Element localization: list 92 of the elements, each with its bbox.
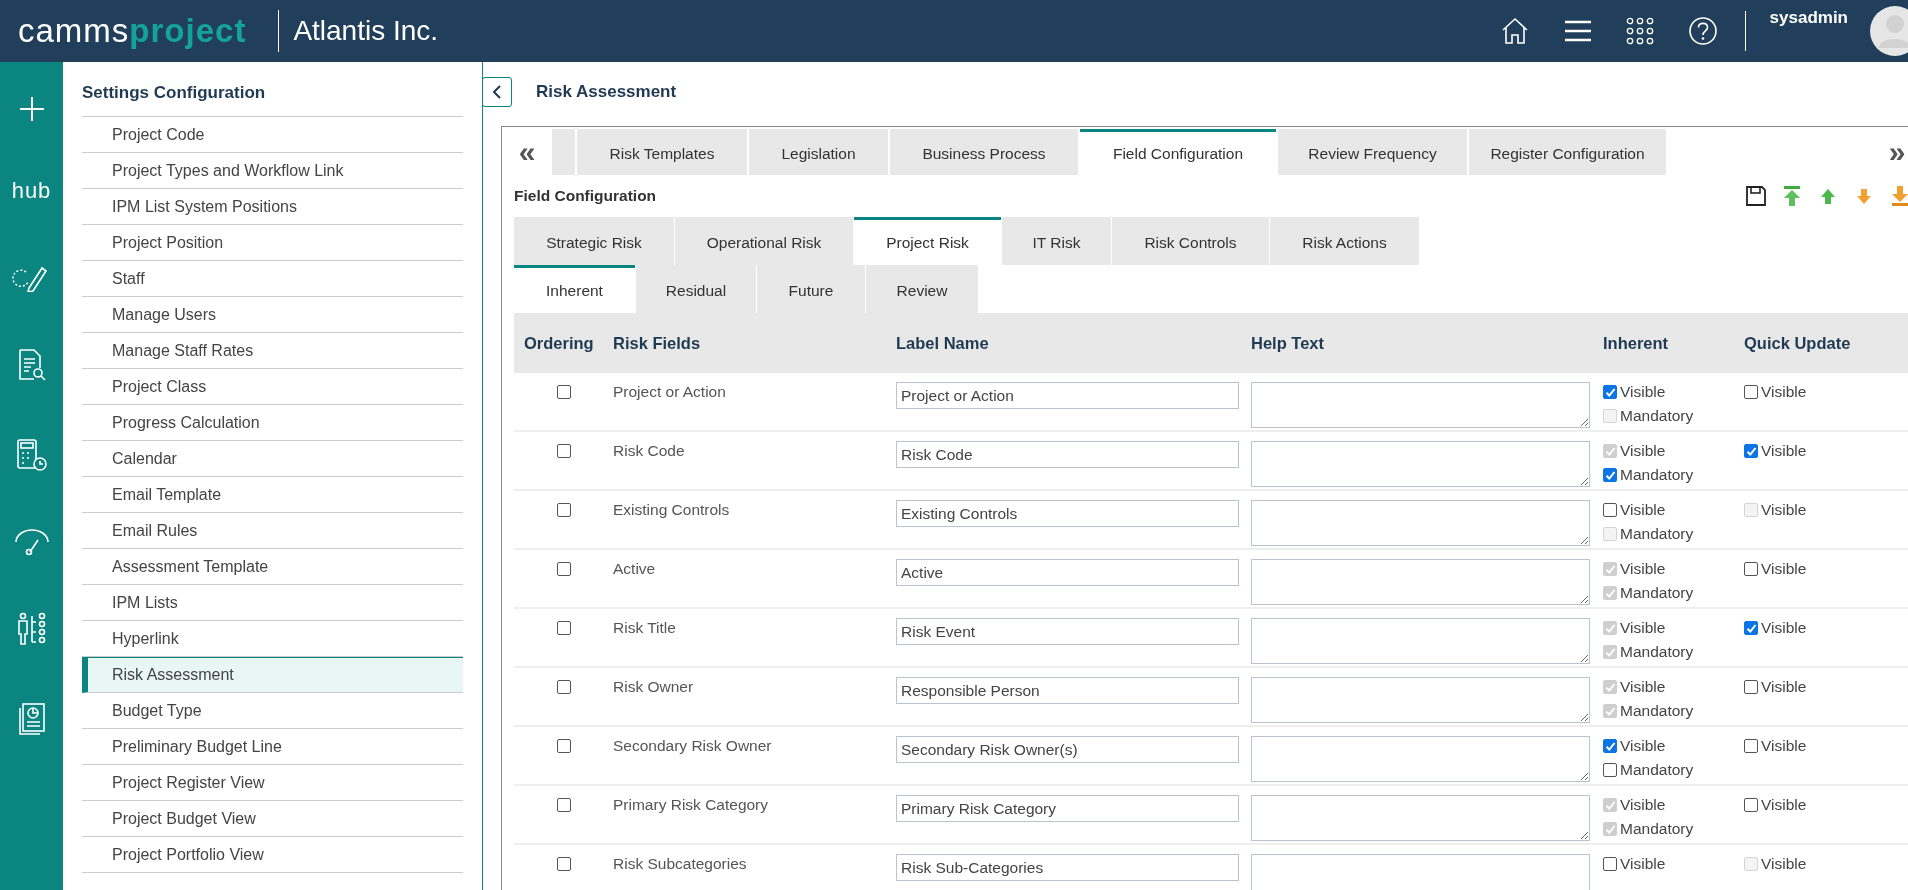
- label-input[interactable]: Responsible Person: [896, 677, 1239, 704]
- field-name: Project or Action: [613, 383, 726, 400]
- checkbox-label: Visible: [1620, 501, 1666, 519]
- sidebar-item[interactable]: Project Class: [82, 369, 463, 405]
- section-title: Field Configuration: [514, 187, 657, 205]
- sidebar-item[interactable]: Project Register View: [82, 765, 463, 801]
- sidebar-item[interactable]: Risk Assessment: [82, 657, 463, 693]
- label-input[interactable]: Primary Risk Category: [896, 795, 1239, 822]
- checkbox-label: Mandatory: [1620, 702, 1694, 720]
- tab[interactable]: Strategic Risk: [514, 217, 674, 265]
- field-name: Risk Subcategories: [613, 855, 747, 872]
- label-input[interactable]: Existing Controls: [896, 500, 1239, 527]
- sidebar-item[interactable]: IPM List System Positions: [82, 189, 463, 225]
- sidebar-item[interactable]: Email Template: [82, 477, 463, 513]
- checkbox-label: Visible: [1761, 796, 1807, 814]
- label-input[interactable]: Risk Code: [896, 441, 1239, 468]
- checkbox-label: Mandatory: [1620, 761, 1694, 779]
- sidebar-item[interactable]: Preliminary Budget Line: [82, 729, 463, 765]
- sidebar-item[interactable]: Project Portfolio View: [82, 837, 463, 873]
- scroll-right-button[interactable]: »: [1875, 129, 1908, 175]
- checkbox-label: Visible: [1620, 560, 1666, 578]
- checkbox-label: Visible: [1761, 855, 1807, 873]
- label-input[interactable]: Risk Sub-Categories: [896, 854, 1239, 881]
- checkbox-label: Visible: [1761, 501, 1807, 519]
- user-name[interactable]: sysadmin: [1769, 8, 1848, 28]
- column-header: Inherent: [1603, 333, 1669, 353]
- checkbox-label: Mandatory: [1620, 584, 1694, 602]
- scroll-left-button[interactable]: «: [502, 129, 552, 175]
- sidebar-item[interactable]: Project Position: [82, 225, 463, 261]
- sidebar-item[interactable]: Manage Staff Rates: [82, 333, 463, 369]
- page-title: Risk Assessment: [536, 82, 677, 102]
- tab[interactable]: Risk Templates: [577, 129, 747, 175]
- column-header: Label Name: [896, 333, 989, 353]
- checkbox-label: Visible: [1761, 560, 1807, 578]
- field-name: Risk Title: [613, 619, 676, 636]
- checkbox-label: Visible: [1620, 619, 1666, 637]
- checkbox-label: Visible: [1761, 383, 1807, 401]
- checkbox-label: Mandatory: [1620, 643, 1694, 661]
- tab[interactable]: Risk Controls: [1112, 217, 1269, 265]
- checkbox-label: Visible: [1761, 442, 1807, 460]
- checkbox-label: Visible: [1620, 855, 1666, 873]
- checkbox-label: Visible: [1620, 442, 1666, 460]
- tab[interactable]: Register Configuration: [1469, 129, 1666, 175]
- sidebar-item[interactable]: Project Types and Workflow Link: [82, 153, 463, 189]
- column-header: Ordering: [524, 333, 594, 353]
- label-input[interactable]: Active: [896, 559, 1239, 586]
- label-input[interactable]: Risk Event: [896, 618, 1239, 645]
- checkbox-label: Visible: [1620, 737, 1666, 755]
- sidebar-item[interactable]: IPM Lists: [82, 585, 463, 621]
- sidebar-title: Settings Configuration: [82, 79, 463, 117]
- logo: cammsproject: [18, 12, 247, 50]
- field-name: Existing Controls: [613, 501, 730, 518]
- sidebar-item[interactable]: Calendar: [82, 441, 463, 477]
- hub-label[interactable]: hub: [11, 178, 52, 204]
- tab[interactable]: Legislation: [749, 129, 888, 175]
- sidebar-item[interactable]: Budget Type: [82, 693, 463, 729]
- checkbox-label: Visible: [1620, 678, 1666, 696]
- tab[interactable]: IT Risk: [1002, 217, 1111, 265]
- field-name: Primary Risk Category: [613, 796, 769, 813]
- tab[interactable]: Review Frequency: [1278, 129, 1467, 175]
- checkbox-label: Visible: [1620, 796, 1666, 814]
- sidebar-item[interactable]: Progress Calculation: [82, 405, 463, 441]
- column-header: Quick Update: [1744, 333, 1851, 353]
- tab[interactable]: Risk Actions: [1270, 217, 1419, 265]
- checkbox-label: Mandatory: [1620, 407, 1694, 425]
- sidebar-item[interactable]: Project Budget View: [82, 801, 463, 837]
- field-name: Secondary Risk Owner: [613, 737, 772, 754]
- checkbox-label: Mandatory: [1620, 525, 1694, 543]
- label-input[interactable]: Secondary Risk Owner(s): [896, 736, 1239, 763]
- field-name: Active: [613, 560, 656, 577]
- sidebar-item[interactable]: Project Code: [82, 117, 463, 153]
- column-header: Help Text: [1251, 333, 1325, 353]
- label-input[interactable]: Project or Action: [896, 382, 1239, 409]
- field-name: Risk Code: [613, 442, 685, 459]
- sidebar-item[interactable]: Assessment Template: [82, 549, 463, 585]
- checkbox-label: Visible: [1761, 678, 1807, 696]
- tab[interactable]: Residual: [636, 265, 756, 313]
- checkbox-label: Mandatory: [1620, 466, 1694, 484]
- sidebar-item[interactable]: Staff: [82, 261, 463, 297]
- checkbox-label: Visible: [1620, 383, 1666, 401]
- checkbox-label: Visible: [1761, 619, 1807, 637]
- column-header: Risk Fields: [613, 333, 701, 353]
- company-name: Atlantis Inc.: [293, 15, 439, 47]
- checkbox-label: Mandatory: [1620, 820, 1694, 838]
- tab[interactable]: Operational Risk: [675, 217, 853, 265]
- sidebar-item[interactable]: Email Rules: [82, 513, 463, 549]
- tab[interactable]: Review: [866, 265, 978, 313]
- field-name: Risk Owner: [613, 678, 694, 695]
- tab[interactable]: Business Process: [890, 129, 1078, 175]
- tab[interactable]: Future: [757, 265, 865, 313]
- checkbox-label: Visible: [1761, 737, 1807, 755]
- sidebar-item[interactable]: Manage Users: [82, 297, 463, 333]
